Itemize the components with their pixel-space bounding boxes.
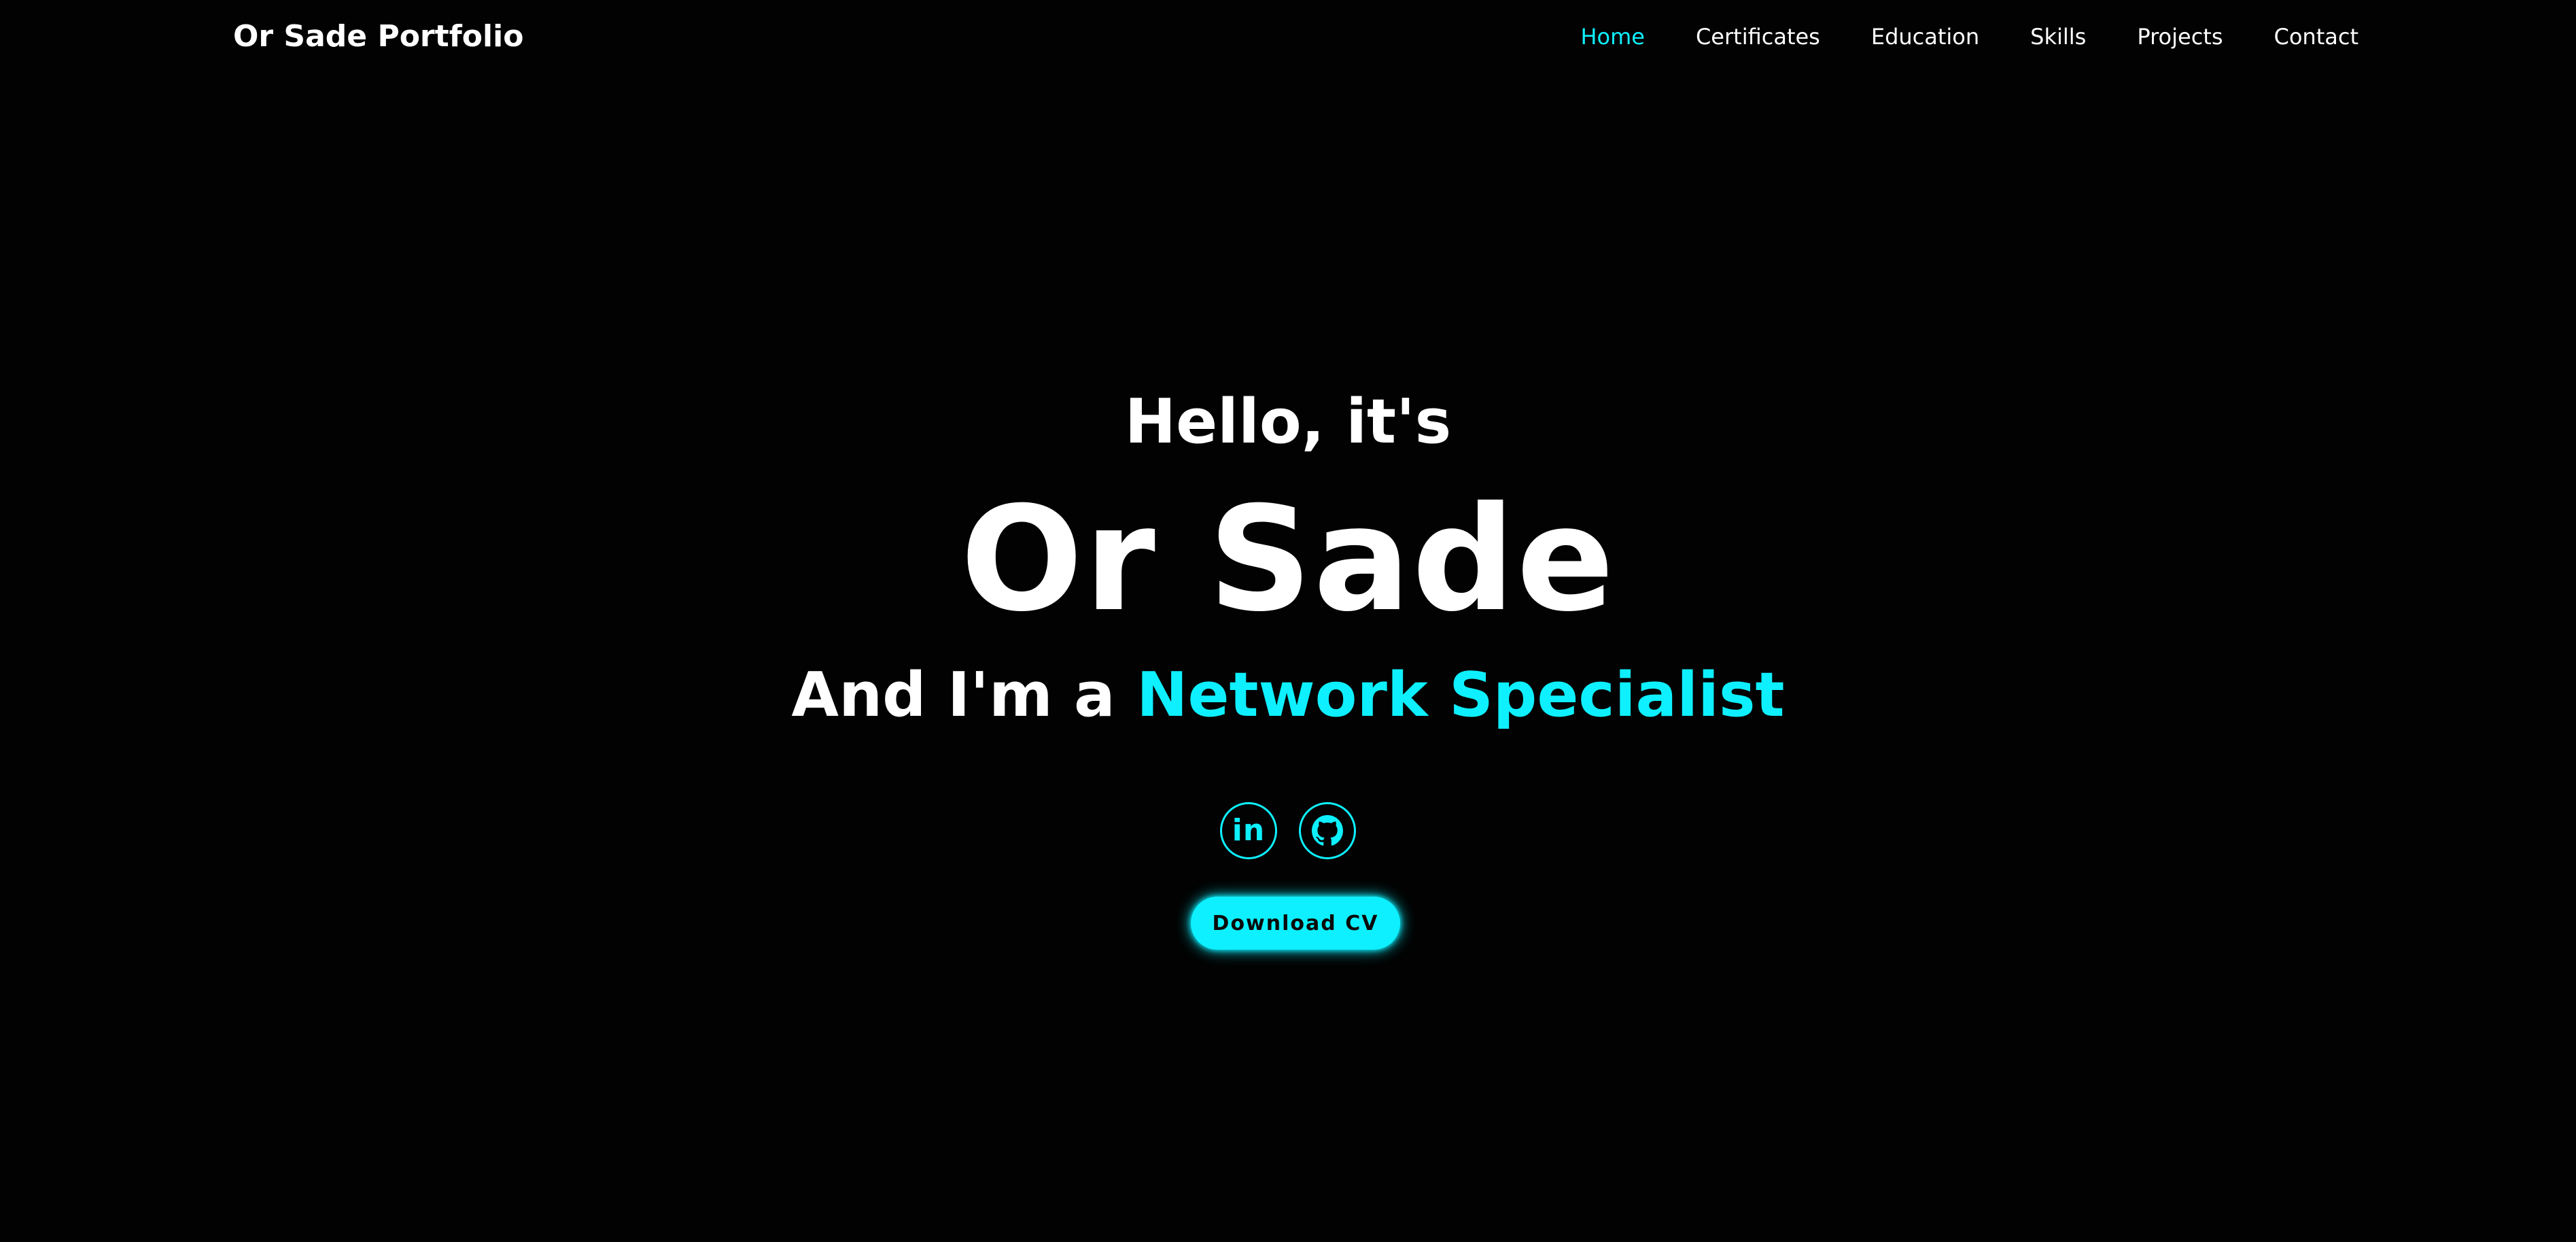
hero-role: And I'm a Network Specialist [0, 658, 2576, 733]
hero-name: Or Sade [960, 475, 1616, 643]
page: Or Sade Portfolio Home Certificates Educ… [0, 0, 2576, 1242]
github-icon [1312, 815, 1343, 846]
hero-greeting: Hello, it's [1124, 386, 1452, 458]
hero-role-highlight: Network Specialist [1136, 659, 1785, 731]
social-links: in [0, 802, 2576, 859]
download-cv-button[interactable]: Download CV [1191, 897, 1400, 950]
hero-section: Hello, it's Or Sade And I'm a Network Sp… [0, 0, 2576, 1242]
linkedin-button[interactable]: in [1220, 802, 1277, 859]
github-button[interactable] [1299, 802, 1356, 859]
hero-role-prefix: And I'm a [791, 659, 1115, 731]
linkedin-icon: in [1232, 813, 1266, 848]
